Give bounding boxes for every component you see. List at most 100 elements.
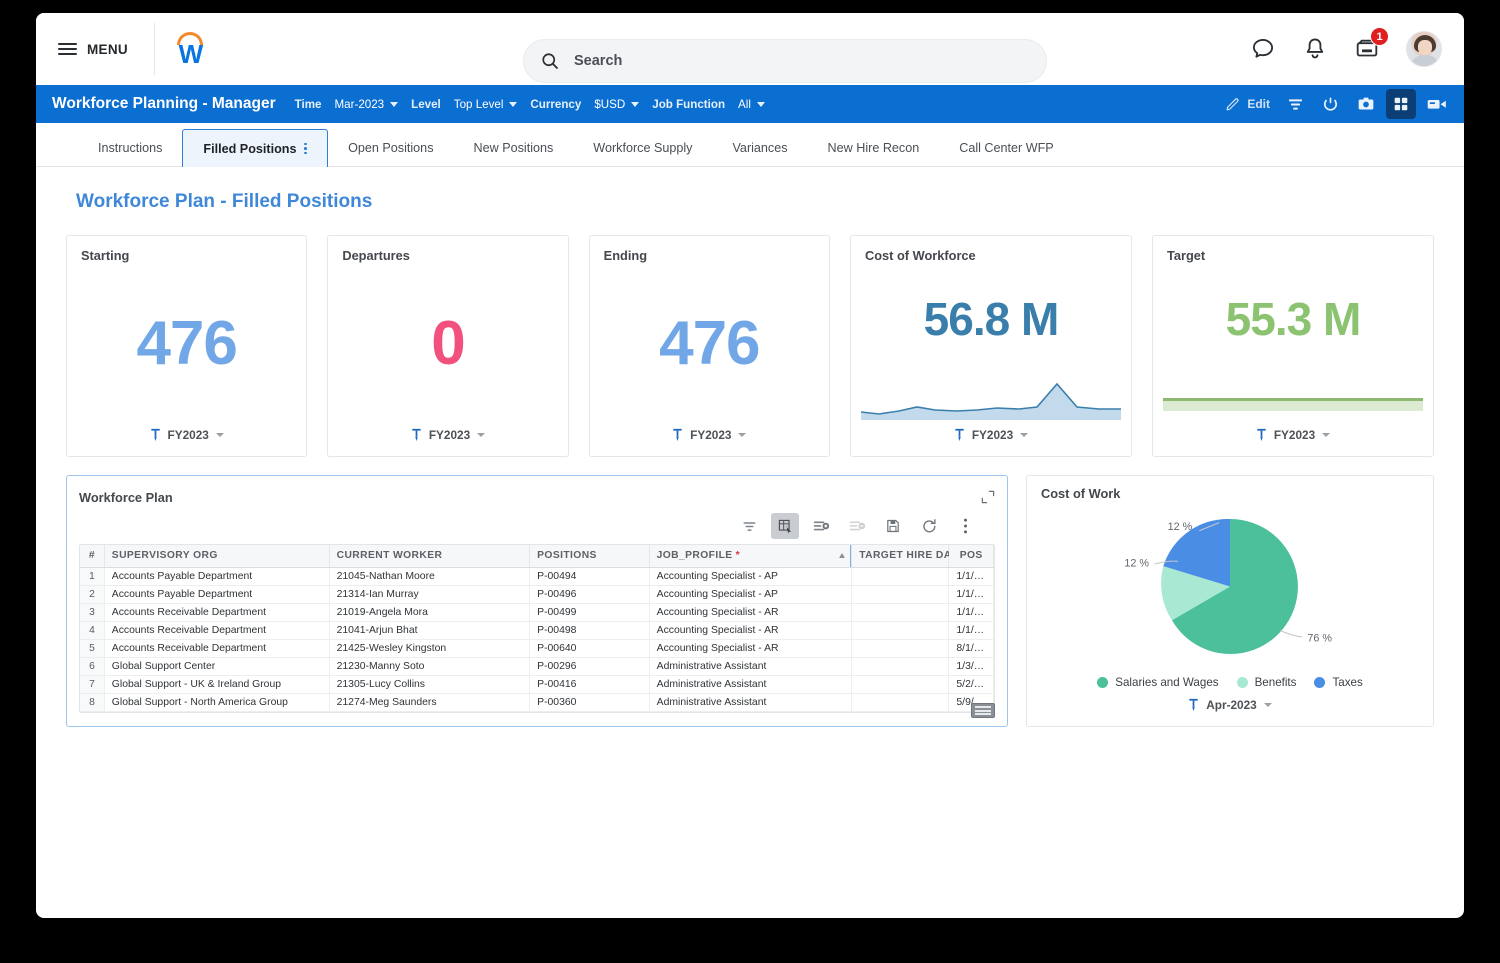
chart-period-selector[interactable]: Apr-2023 <box>1041 692 1419 718</box>
cell-supervisory-org[interactable]: Global Support - UK & Ireland Group <box>104 675 329 693</box>
kpi-card-departures[interactable]: Departures 0 FY2023 <box>327 235 568 457</box>
cell-current-worker[interactable]: 21314-Ian Murray <box>329 585 530 603</box>
cell-job-profile[interactable]: Accounting Specialist - AR <box>649 639 852 657</box>
select-cells-button[interactable] <box>771 513 799 539</box>
cell-job-profile[interactable]: Administrative Assistant <box>649 675 852 693</box>
expand-icon[interactable] <box>981 490 995 504</box>
cell-pos[interactable]: 8/1/… <box>949 639 994 657</box>
tab-filled-positions[interactable]: Filled Positions <box>182 129 328 167</box>
cell-pos[interactable]: 1/1/… <box>949 603 994 621</box>
table-row[interactable]: 5 Accounts Receivable Department 21425-W… <box>80 639 994 657</box>
video-button[interactable] <box>1420 89 1454 119</box>
more-options-button[interactable] <box>951 513 979 539</box>
cell-supervisory-org[interactable]: Global Support Center <box>104 657 329 675</box>
filter-button[interactable] <box>1280 89 1311 119</box>
tab-variances[interactable]: Variances <box>712 130 807 166</box>
cell-pos[interactable]: 5/2/… <box>949 675 994 693</box>
table-row[interactable]: 7 Global Support - UK & Ireland Group 21… <box>80 675 994 693</box>
table-row[interactable]: 4 Accounts Receivable Department 21041-A… <box>80 621 994 639</box>
cell-supervisory-org[interactable]: Global Support - North America Group <box>104 693 329 711</box>
cell-positions[interactable]: P-00496 <box>530 585 650 603</box>
cell-target-hire-date[interactable] <box>852 675 949 693</box>
cell-current-worker[interactable]: 21019-Angela Mora <box>329 603 530 621</box>
kpi-period-selector[interactable]: FY2023 <box>865 424 1117 446</box>
kpi-period-selector[interactable]: FY2023 <box>81 424 292 446</box>
chat-bubble-icon[interactable] <box>1250 36 1276 62</box>
cell-pos[interactable]: 1/3/… <box>949 657 994 675</box>
table-row[interactable]: 3 Accounts Receivable Department 21019-A… <box>80 603 994 621</box>
cell-target-hire-date[interactable] <box>852 585 949 603</box>
prompt-value-time[interactable]: Mar-2023 <box>331 98 403 111</box>
reload-button[interactable] <box>915 513 943 539</box>
cell-current-worker[interactable]: 21305-Lucy Collins <box>329 675 530 693</box>
tab-new-positions[interactable]: New Positions <box>454 130 574 166</box>
pie-chart[interactable]: 12 % 12 % 76 % <box>1041 501 1419 672</box>
legend-item-benefits[interactable]: Benefits <box>1237 676 1297 689</box>
cell-pos[interactable]: 1/1/… <box>949 585 994 603</box>
col-header-row-number[interactable]: # <box>80 545 104 567</box>
tab-new-hire-recon[interactable]: New Hire Recon <box>808 130 940 166</box>
tab-workforce-supply[interactable]: Workforce Supply <box>573 130 712 166</box>
search-input[interactable]: Search <box>523 39 1047 83</box>
cell-job-profile[interactable]: Accounting Specialist - AP <box>649 585 852 603</box>
prompt-value-job-function[interactable]: All <box>734 98 769 111</box>
col-header-job-profile[interactable]: JOB_PROFILE* <box>649 545 852 567</box>
user-avatar[interactable] <box>1406 31 1442 67</box>
cell-positions[interactable]: P-00416 <box>530 675 650 693</box>
tab-instructions[interactable]: Instructions <box>78 130 182 166</box>
cell-target-hire-date[interactable] <box>852 567 949 585</box>
kpi-period-selector[interactable]: FY2023 <box>604 424 815 446</box>
cell-job-profile[interactable]: Administrative Assistant <box>649 657 852 675</box>
cell-job-profile[interactable]: Accounting Specialist - AP <box>649 567 852 585</box>
cell-current-worker[interactable]: 21425-Wesley Kingston <box>329 639 530 657</box>
legend-item-taxes[interactable]: Taxes <box>1314 676 1362 689</box>
kpi-card-starting[interactable]: Starting 476 FY2023 <box>66 235 307 457</box>
cell-job-profile[interactable]: Administrative Assistant <box>649 693 852 711</box>
keyboard-icon[interactable] <box>971 703 995 718</box>
cell-current-worker[interactable]: 21041-Arjun Bhat <box>329 621 530 639</box>
cell-positions[interactable]: P-00640 <box>530 639 650 657</box>
cell-target-hire-date[interactable] <box>852 693 949 711</box>
snapshot-button[interactable] <box>1350 89 1382 119</box>
cell-target-hire-date[interactable] <box>852 603 949 621</box>
cell-pos[interactable]: 1/1/… <box>949 567 994 585</box>
edit-button[interactable]: Edit <box>1218 89 1276 119</box>
table-row[interactable]: 6 Global Support Center 21230-Manny Soto… <box>80 657 994 675</box>
col-header-current-worker[interactable]: CURRENT WORKER <box>329 545 530 567</box>
col-header-positions[interactable]: POSITIONS <box>530 545 650 567</box>
cell-positions[interactable]: P-00296 <box>530 657 650 675</box>
workforce-plan-panel[interactable]: Workforce Plan <box>66 475 1008 727</box>
cell-pos[interactable]: 1/1/… <box>949 621 994 639</box>
workday-logo-button[interactable]: W <box>155 30 227 68</box>
save-button[interactable] <box>879 513 907 539</box>
prompt-value-currency[interactable]: $USD <box>590 98 643 111</box>
tab-call-center-wfp[interactable]: Call Center WFP <box>939 130 1073 166</box>
cell-supervisory-org[interactable]: Accounts Receivable Department <box>104 621 329 639</box>
cell-positions[interactable]: P-00498 <box>530 621 650 639</box>
kpi-card-ending[interactable]: Ending 476 FY2023 <box>589 235 830 457</box>
cell-current-worker[interactable]: 21045-Nathan Moore <box>329 567 530 585</box>
cell-supervisory-org[interactable]: Accounts Payable Department <box>104 567 329 585</box>
cell-current-worker[interactable]: 21230-Manny Soto <box>329 657 530 675</box>
table-row[interactable]: 1 Accounts Payable Department 21045-Nath… <box>80 567 994 585</box>
cell-supervisory-org[interactable]: Accounts Receivable Department <box>104 603 329 621</box>
grid-filter-button[interactable] <box>735 513 763 539</box>
col-header-pos[interactable]: POS <box>949 545 994 567</box>
tab-open-positions[interactable]: Open Positions <box>328 130 453 166</box>
cell-target-hire-date[interactable] <box>852 657 949 675</box>
grid-view-button[interactable] <box>1386 89 1416 119</box>
col-header-supervisory-org[interactable]: SUPERVISORY ORG <box>104 545 329 567</box>
cost-of-work-panel[interactable]: Cost of Work 12 % 12 % <box>1026 475 1434 727</box>
cell-positions[interactable]: P-00360 <box>530 693 650 711</box>
bell-icon[interactable] <box>1302 36 1328 62</box>
cell-supervisory-org[interactable]: Accounts Payable Department <box>104 585 329 603</box>
vertical-dots-icon[interactable] <box>304 143 307 155</box>
cell-target-hire-date[interactable] <box>852 621 949 639</box>
cell-current-worker[interactable]: 21274-Meg Saunders <box>329 693 530 711</box>
kpi-card-cost-of-workforce[interactable]: Cost of Workforce 56.8 M FY2023 <box>850 235 1132 457</box>
cell-job-profile[interactable]: Accounting Specialist - AR <box>649 603 852 621</box>
prompt-value-level[interactable]: Top Level <box>450 98 522 111</box>
workforce-plan-grid[interactable]: # SUPERVISORY ORG CURRENT WORKER POSITIO… <box>79 544 995 713</box>
cell-positions[interactable]: P-00494 <box>530 567 650 585</box>
kpi-period-selector[interactable]: FY2023 <box>1167 424 1419 446</box>
